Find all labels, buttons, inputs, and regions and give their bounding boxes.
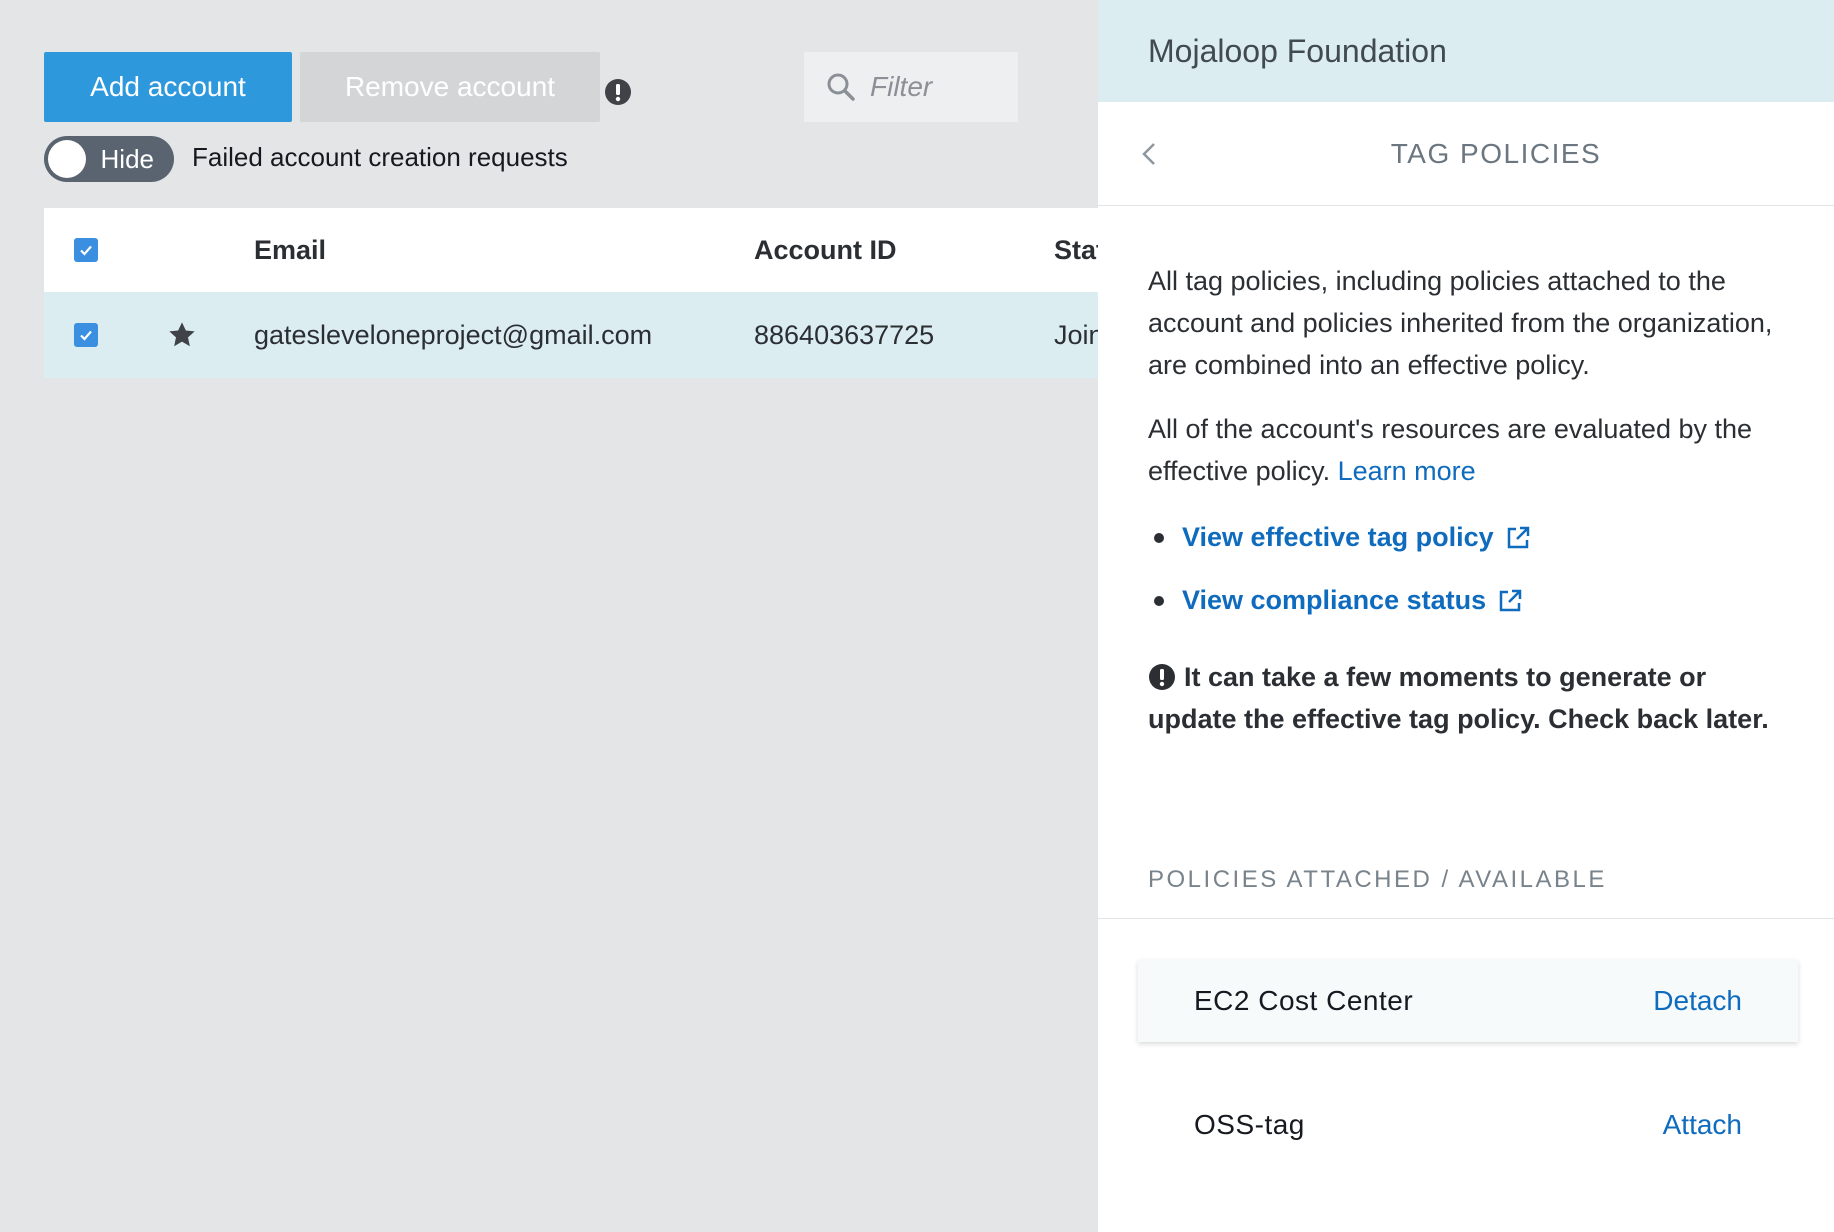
accounts-pane: Add account Remove account Hide Failed a… <box>0 0 1098 1232</box>
view-effective-policy-link[interactable]: View effective tag policy <box>1148 522 1784 553</box>
row-status: Join <box>1054 319 1098 350</box>
org-name: Mojaloop Foundation <box>1148 32 1447 69</box>
row-checkbox[interactable] <box>74 323 98 347</box>
column-header-account-id[interactable]: Account ID <box>754 208 897 292</box>
view-compliance-status-label[interactable]: View compliance status <box>1182 585 1486 616</box>
table-row[interactable]: gateslevelоneproject@gmail.com 886403637… <box>44 292 1098 378</box>
resources-paragraph: All of the account's resources are evalu… <box>1148 408 1784 492</box>
learn-more-link[interactable]: Learn more <box>1338 456 1476 486</box>
external-link-icon <box>1499 589 1522 611</box>
divider <box>1098 918 1834 919</box>
bullet <box>1154 532 1164 543</box>
chevron-left-icon[interactable] <box>1132 136 1168 172</box>
row-account-id: 886403637725 <box>754 319 935 350</box>
panel-title: TAG POLICIES <box>1390 137 1602 169</box>
hide-failed-toggle[interactable]: Hide <box>44 136 174 182</box>
detach-link[interactable]: Detach <box>1653 985 1742 1017</box>
toggle-description: Failed account creation requests <box>192 142 568 172</box>
row-email: gateslevelоneproject@gmail.com <box>254 319 653 350</box>
column-header-email[interactable]: Email <box>254 208 326 292</box>
policy-name: OSS-tag <box>1194 1109 1305 1140</box>
policies-section-label: POLICIES ATTACHED / AVAILABLE <box>1148 866 1607 893</box>
bullet <box>1154 595 1164 606</box>
policy-item-attached: EC2 Cost Center Detach <box>1138 960 1798 1042</box>
panel-org-header: Mojaloop Foundation <box>1098 0 1834 102</box>
policy-item-available: OSS-tag Attach <box>1138 1084 1798 1166</box>
description-paragraph: All tag policies, including policies att… <box>1148 266 1773 380</box>
panel-nav-bar: TAG POLICIES <box>1098 102 1834 206</box>
view-compliance-status-link[interactable]: View compliance status <box>1148 585 1784 616</box>
check-icon <box>80 330 92 341</box>
add-account-button[interactable]: Add account <box>44 52 292 122</box>
external-link-icon <box>1507 526 1529 548</box>
generation-note-text: It can take a few moments to generate or… <box>1148 662 1769 734</box>
attach-link[interactable]: Attach <box>1663 1109 1742 1141</box>
policy-name: EC2 Cost Center <box>1194 985 1414 1016</box>
remove-account-button[interactable]: Remove account <box>300 52 600 122</box>
row-select-cell <box>74 292 98 378</box>
tag-policies-panel: Mojaloop Foundation TAG POLICIES All tag… <box>1098 0 1834 1232</box>
generation-note: It can take a few moments to generate or… <box>1148 656 1784 740</box>
table-header: Email Account ID Stat <box>44 208 1098 292</box>
search-icon <box>827 73 855 101</box>
check-icon <box>80 245 92 256</box>
star-icon[interactable] <box>166 319 198 351</box>
select-all-cell <box>74 208 98 292</box>
filter-box[interactable] <box>804 52 1018 122</box>
column-header-status[interactable]: Stat <box>1054 208 1098 292</box>
accounts-table: Email Account ID Stat gateslevelоneproje… <box>44 208 1098 378</box>
star-cell <box>166 292 198 378</box>
select-all-checkbox[interactable] <box>74 238 98 262</box>
toggle-state-label: Hide <box>100 143 154 174</box>
toggle-knob <box>48 140 86 178</box>
panel-body: All tag policies, including policies att… <box>1098 206 1834 740</box>
warning-icon <box>1149 664 1175 690</box>
filter-input[interactable] <box>870 71 1010 103</box>
policy-links: View effective tag policy View complianc… <box>1148 522 1784 616</box>
info-icon[interactable] <box>604 78 632 106</box>
view-effective-policy-label[interactable]: View effective tag policy <box>1182 522 1494 553</box>
